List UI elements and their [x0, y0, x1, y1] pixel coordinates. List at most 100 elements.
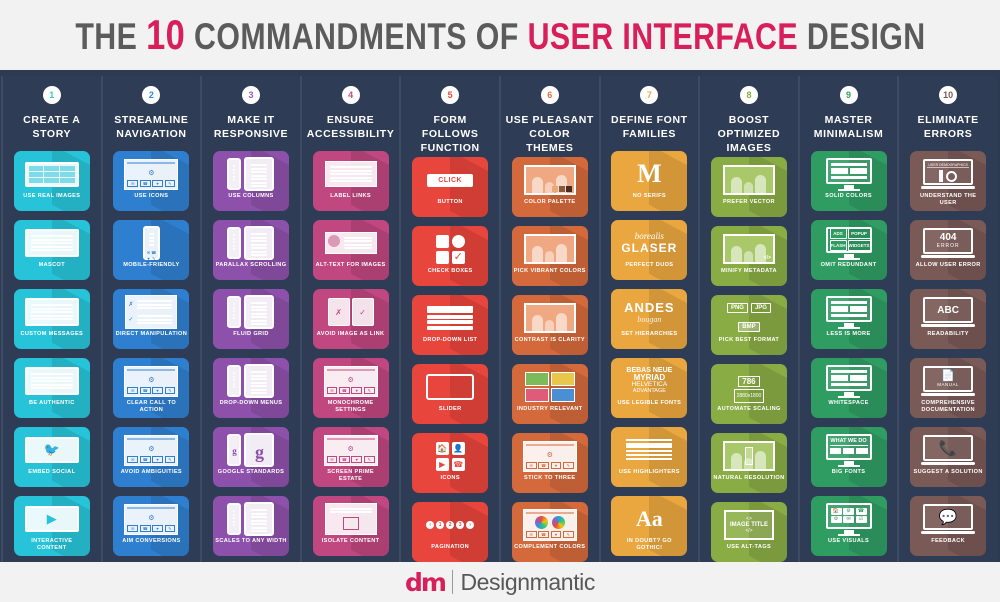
card-list: USER DEMOGRAPHICS UNDERSTAND THE USER 404 E… [899, 151, 997, 556]
tip-card[interactable]: WHITESPACE [810, 358, 887, 418]
card-artwork: ✉ ☎ ♥ ✎ [519, 507, 581, 543]
tip-card[interactable]: NATURAL RESOLUTION [710, 433, 787, 493]
tip-card[interactable]: 🐦 EMBED SOCIAL [13, 427, 90, 487]
tip-card[interactable]: ⚙ ✉ ☎ ♥ ✎ STICK TO THREE [511, 433, 588, 493]
tip-card[interactable]: 🏠 👤 ▶ ☎ ICONS [412, 433, 489, 493]
commandment-title: ENSURE ACCESSIBILITY [306, 114, 395, 140]
tip-card[interactable]: USE REAL IMAGES [13, 151, 90, 211]
tip-card[interactable]: PARALLAX SCROLLING [212, 220, 289, 280]
tip-card[interactable]: DROP-DOWN MENUS [212, 358, 289, 418]
commandment-column-5: 5 FORM FOLLOWS FUNCTION CLICK BUTTON ✓ CHECK … [399, 76, 499, 562]
tip-card[interactable]: ✉ ☎ ♥ ✎ COMPLEMENT COLORS [511, 502, 588, 562]
tip-card[interactable]: ‹ 1 2 3 › PAGINATION [412, 502, 489, 562]
title-mid: COMMANDMENTS OF [193, 16, 519, 57]
card-label: BE AUTHENTIC [28, 400, 75, 406]
tip-card[interactable]: SLIDER [412, 364, 489, 424]
tip-card[interactable]: LESS IS MORE [810, 289, 887, 349]
tip-card[interactable]: 404 ERROR ALLOW USER ERROR [910, 220, 987, 280]
tip-card[interactable]: PICK VIBRANT COLORS [511, 226, 588, 286]
commandment-title: MAKE IT RESPONSIVE [213, 114, 289, 140]
card-label: INDUSTRY RELEVANT [517, 406, 583, 412]
tip-card[interactable]: M NO SERIFS [611, 151, 688, 211]
tip-card[interactable]: BE AUTHENTIC [13, 358, 90, 418]
card-artwork: 786 2880x1800 [718, 369, 780, 405]
tip-card[interactable]: DROP-DOWN LIST [412, 295, 489, 355]
tip-card[interactable]: ✗ ✓ DIRECT MANIPULATION [113, 289, 190, 349]
tip-card[interactable]: ISOLATE CONTENT [312, 496, 389, 556]
tip-card[interactable]: INDUSTRY RELEVANT [511, 364, 588, 424]
card-label: ISOLATE CONTENT [321, 538, 380, 544]
card-label: CLEAR CALL TO ACTION [126, 400, 177, 413]
tip-card[interactable]: ADS POPUP FLASH WIDGETS OMIT REDUNDANT [810, 220, 887, 280]
card-label: BUTTON [437, 199, 463, 205]
card-label: AIM CONVERSIONS [122, 538, 181, 544]
tip-card[interactable]: MASCOT [13, 220, 90, 280]
tip-card[interactable]: CUSTOM MESSAGES [13, 289, 90, 349]
tip-card[interactable]: ANDES bougan SET HIERARCHIES [611, 289, 688, 349]
commandment-number-badge: 3 [241, 86, 260, 104]
tip-card[interactable]: WHAT WE DO BIG FONTS [810, 427, 887, 487]
tip-card[interactable]: ✗ ✓ AVOID IMAGE AS LINK [312, 289, 389, 349]
commandment-number-badge: 8 [739, 86, 758, 104]
card-artwork: ABC [917, 294, 979, 330]
tip-card[interactable]: LABEL LINKS [312, 151, 389, 211]
tip-card[interactable]: ▶ INTERACTIVE CONTENT [13, 496, 90, 556]
card-artwork: ⚙ ✉ ☎ ♥ ✎ [120, 363, 182, 399]
tip-card[interactable]: ⚙ ✉ ☎ ♥ ✎ CLEAR CALL TO ACTION [113, 358, 190, 418]
tip-card[interactable]: 786 2880x1800 AUTOMATE SCALING [710, 364, 787, 424]
tip-card[interactable]: USE COLUMNS [212, 151, 289, 211]
tip-card[interactable]: </> MINIFY METADATA [710, 226, 787, 286]
commandment-column-9: 9 MASTER MINIMALISM SOLID COLORS ADS POPUP FL… [797, 76, 898, 562]
card-label: PREFER VECTOR [722, 199, 775, 205]
card-artwork [718, 162, 780, 198]
tip-card[interactable]: <> IMAGE TITLE </> USE ALT-TAGS [710, 502, 787, 562]
tip-card[interactable]: 🏠 ⚙ ☎ ⚙ ✉ ☑ USE VISUALS [810, 496, 887, 556]
commandment-column-1: 1 CREATE A STORY USE REAL IMAGES MASCOT CUST… [1, 76, 101, 562]
tip-card[interactable]: 💬 FEEDBACK [910, 496, 987, 556]
tip-card[interactable]: ⚙ ✉ ☎ ♥ ✎ AIM CONVERSIONS [113, 496, 190, 556]
designmantic-logo-name: Designmantic [460, 568, 595, 595]
tip-card[interactable]: COLOR PALETTE [511, 157, 588, 217]
tip-card[interactable]: ALT-TEXT FOR IMAGES [312, 220, 389, 280]
tip-card[interactable]: USER DEMOGRAPHICS UNDERSTAND THE USER [910, 151, 987, 211]
card-label: PICK BEST FORMAT [718, 337, 780, 343]
card-artwork [21, 294, 83, 330]
tip-card[interactable]: ⚙ ✉ ☎ ♥ ✎ AVOID AMBIGUITIES [113, 427, 190, 487]
card-label: LESS IS MORE [826, 331, 871, 337]
card-artwork [320, 225, 382, 261]
card-label: MASCOT [38, 262, 65, 268]
tip-card[interactable]: ⚙ ✉ ☎ ♥ ✎ SCREEN PRIME ESTATE [312, 427, 389, 487]
card-label: PAGINATION [431, 544, 470, 550]
card-artwork [21, 363, 83, 399]
tip-card[interactable]: 📞 SUGGEST A SOLUTION [910, 427, 987, 487]
tip-card[interactable]: PNG JPG BMP PICK BEST FORMAT [710, 295, 787, 355]
tip-card[interactable]: borealis GLASER PERFECT DUOS [611, 220, 688, 280]
tip-card[interactable]: ⚙ ✉ ☎ ♥ ✎ MONOCHROME SETTINGS [312, 358, 389, 418]
tip-card[interactable]: ABC READABILITY [910, 289, 987, 349]
tip-card[interactable]: USE HIGHLIGHTERS [611, 427, 688, 487]
card-artwork: USER DEMOGRAPHICS [917, 156, 979, 192]
tip-card[interactable]: PREFER VECTOR [710, 157, 787, 217]
tip-card[interactable]: BEBAS NEUE MYRIAD HELVETICA ADVANTAGE USE LE… [611, 358, 688, 418]
tip-card[interactable]: 📄 MANUAL COMPREHENSIVE DOCUMENTATION [910, 358, 987, 418]
tip-card[interactable]: SOLID COLORS [810, 151, 887, 211]
tip-card[interactable]: Aa IN DOUBT? GO GOTHIC! [611, 496, 688, 556]
tip-card[interactable]: ✓ CHECK BOXES [412, 226, 489, 286]
tip-card[interactable]: CLICK BUTTON [412, 157, 489, 217]
card-artwork: BEBAS NEUE MYRIAD HELVETICA ADVANTAGE [626, 367, 673, 394]
card-artwork: 💬 [917, 501, 979, 537]
card-label: CONTRAST IS CLARITY [514, 337, 585, 343]
card-label: CHECK BOXES [427, 268, 473, 274]
card-label: USE VISUALS [827, 538, 870, 544]
tip-card[interactable]: FLUID GRID [212, 289, 289, 349]
tip-card[interactable]: ✉ ☎ ♥ ✎ MOBILE-FRIENDLY [113, 220, 190, 280]
commandment-column-2: 2 STREAMLINE NAVIGATION ⚙ ✉ ☎ ♥ ✎ USE ICONS ✉ ☎ ♥ ✎… [100, 76, 201, 562]
commandment-title: CREATE A STORY [23, 114, 81, 140]
commandment-column-10: 10 ELIMINATE ERRORS USER DEMOGRAPHICS UNDER… [897, 76, 997, 562]
commandment-column-8: 8 BOOST OPTIMIZED IMAGES PREFER VECTOR </> M… [698, 76, 798, 562]
card-list: USE COLUMNS PARALLAX SCROLLING FLUID GRID D… [202, 151, 300, 556]
tip-card[interactable]: CONTRAST IS CLARITY [511, 295, 588, 355]
tip-card[interactable]: ⚙ ✉ ☎ ♥ ✎ USE ICONS [113, 151, 190, 211]
tip-card[interactable]: SCALES TO ANY WIDTH [212, 496, 289, 556]
tip-card[interactable]: g g GOOGLE STANDARDS [212, 427, 289, 487]
